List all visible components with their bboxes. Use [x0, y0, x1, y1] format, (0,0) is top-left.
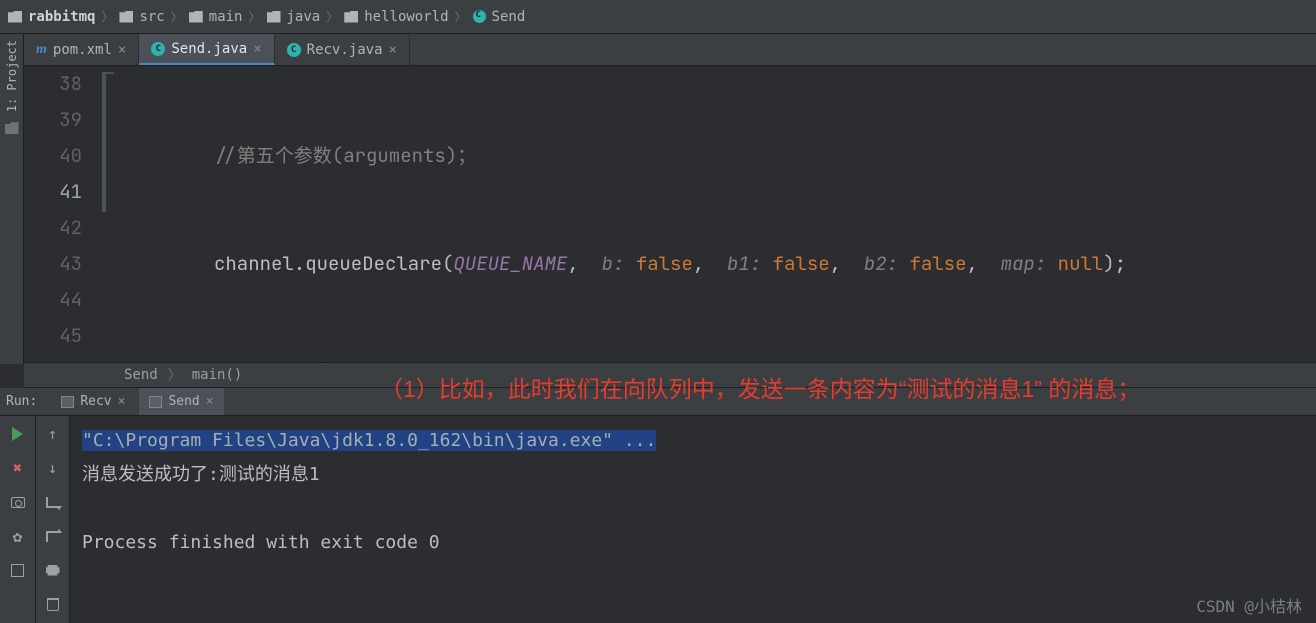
- console-cmd: "C:\Program Files\Java\jdk1.8.0_162\bin\…: [82, 430, 656, 451]
- arrow-down-icon[interactable]: ↓: [45, 460, 61, 476]
- folder-icon[interactable]: [5, 122, 19, 134]
- code-tok: ,: [966, 251, 1000, 276]
- application-icon: [61, 396, 74, 408]
- code-editor[interactable]: 38 39 40 41 42 43 44 45 //第五个参数(argument…: [24, 66, 1316, 362]
- maven-icon: m: [36, 42, 47, 58]
- run-header: Run: Recv × Send ×: [0, 388, 1316, 416]
- folder-icon: [344, 11, 358, 23]
- run-tab-recv[interactable]: Recv ×: [51, 388, 135, 415]
- param-hint: b:: [602, 251, 625, 276]
- line-no: 41: [24, 174, 82, 210]
- code-line: //第五个参数(arguments)；: [214, 143, 476, 168]
- bc-main[interactable]: main: [209, 9, 243, 25]
- console-line: 消息发送成功了:测试的消息1: [82, 458, 1304, 492]
- bc-java[interactable]: java: [287, 9, 321, 25]
- class-crumb[interactable]: Send: [124, 367, 158, 383]
- left-tool-dock: 1: Project: [0, 34, 24, 364]
- run-tab-send[interactable]: Send ×: [139, 388, 223, 415]
- trash-icon[interactable]: [45, 596, 61, 612]
- run-label: Run:: [6, 394, 37, 409]
- close-icon[interactable]: ×: [206, 394, 214, 409]
- folder-icon: [8, 11, 22, 23]
- folder-icon: [267, 11, 281, 23]
- run-side-toolbar: ✖ ✿: [0, 416, 36, 623]
- code-tok: ,: [830, 251, 864, 276]
- console-output[interactable]: "C:\Program Files\Java\jdk1.8.0_162\bin\…: [70, 416, 1316, 623]
- line-no: 42: [24, 210, 82, 246]
- bc-src[interactable]: src: [139, 9, 164, 25]
- line-no: 44: [24, 282, 82, 318]
- chevron-icon: 〉: [101, 8, 113, 25]
- code-tok: false: [624, 251, 692, 276]
- chevron-icon: 〉: [171, 8, 183, 25]
- project-toolwindow-button[interactable]: 1: Project: [5, 40, 19, 112]
- method-crumb[interactable]: main(): [192, 367, 243, 383]
- close-icon[interactable]: ×: [118, 42, 126, 58]
- chevron-icon: 〉: [168, 365, 182, 385]
- class-icon: [473, 10, 486, 23]
- bc-pkg[interactable]: helloworld: [364, 9, 448, 25]
- code-tok: null: [1046, 251, 1103, 276]
- tab-label: pom.xml: [53, 42, 112, 58]
- wrap-icon[interactable]: [45, 494, 61, 510]
- stop-icon[interactable]: ✖: [10, 460, 26, 476]
- run-toolwindow: Run: Recv × Send × ✖ ✿ ↑ ↓ "C:\P: [0, 388, 1316, 623]
- path-breadcrumbs: rabbitmq 〉 src 〉 main 〉 java 〉 helloworl…: [0, 0, 1316, 34]
- close-icon[interactable]: ×: [389, 42, 397, 58]
- line-no: 38: [24, 66, 82, 102]
- chevron-icon: 〉: [455, 8, 467, 25]
- application-icon: [149, 396, 162, 408]
- param-hint: b2:: [864, 251, 898, 276]
- code-tok: false: [898, 251, 966, 276]
- close-icon[interactable]: ×: [118, 394, 126, 409]
- console-line: Process finished with exit code 0: [82, 526, 1304, 560]
- tab-pom-xml[interactable]: m pom.xml ×: [24, 34, 139, 65]
- code-body[interactable]: //第五个参数(arguments)； channel.queueDeclare…: [134, 66, 1316, 362]
- line-no: 40: [24, 138, 82, 174]
- chevron-icon: 〉: [248, 8, 260, 25]
- code-tok: ,: [567, 251, 601, 276]
- watermark: CSDN @小桔林: [1196, 593, 1302, 617]
- code-tok: ,: [693, 251, 727, 276]
- scroll-to-end-icon[interactable]: [45, 528, 61, 544]
- code-tok: QUEUE_NAME: [453, 251, 567, 276]
- settings-icon[interactable]: ✿: [10, 528, 26, 544]
- tab-recv-java[interactable]: C Recv.java ×: [275, 34, 410, 65]
- tab-label: Send.java: [171, 41, 247, 57]
- run-tab-label: Recv: [80, 394, 111, 409]
- tab-send-java[interactable]: C Send.java ×: [139, 34, 274, 65]
- run-side-toolbar-2: ↑ ↓: [36, 416, 70, 623]
- code-tok: false: [761, 251, 829, 276]
- code-tok: channel.queueDeclare(: [214, 251, 453, 276]
- folder-icon: [119, 11, 133, 23]
- print-icon[interactable]: [45, 562, 61, 578]
- close-icon[interactable]: ×: [253, 41, 261, 57]
- editor-tabs: m pom.xml × C Send.java × C Recv.java ×: [24, 34, 1316, 66]
- line-no: 43: [24, 246, 82, 282]
- code-tok: );: [1103, 251, 1126, 276]
- param-hint: map:: [1001, 251, 1047, 276]
- run-body: ✖ ✿ ↑ ↓ "C:\Program Files\Java\jdk1.8.0_…: [0, 416, 1316, 623]
- chevron-icon: 〉: [326, 8, 338, 25]
- tab-label: Recv.java: [307, 42, 383, 58]
- class-icon: C: [287, 43, 301, 57]
- bc-class[interactable]: Send: [492, 9, 526, 25]
- class-icon: C: [151, 42, 165, 56]
- line-gutter: 38 39 40 41 42 43 44 45: [24, 66, 100, 362]
- run-tab-label: Send: [168, 394, 199, 409]
- layout-icon[interactable]: [10, 562, 26, 578]
- bc-root[interactable]: rabbitmq: [28, 9, 95, 25]
- camera-icon[interactable]: [10, 494, 26, 510]
- run-icon[interactable]: [10, 426, 26, 442]
- param-hint: b1:: [727, 251, 761, 276]
- fold-gutter: [100, 66, 134, 362]
- line-no: 45: [24, 318, 82, 354]
- line-no: 39: [24, 102, 82, 138]
- method-breadcrumbs: Send 〉 main(): [24, 362, 1316, 388]
- arrow-up-icon[interactable]: ↑: [45, 426, 61, 442]
- folder-icon: [189, 11, 203, 23]
